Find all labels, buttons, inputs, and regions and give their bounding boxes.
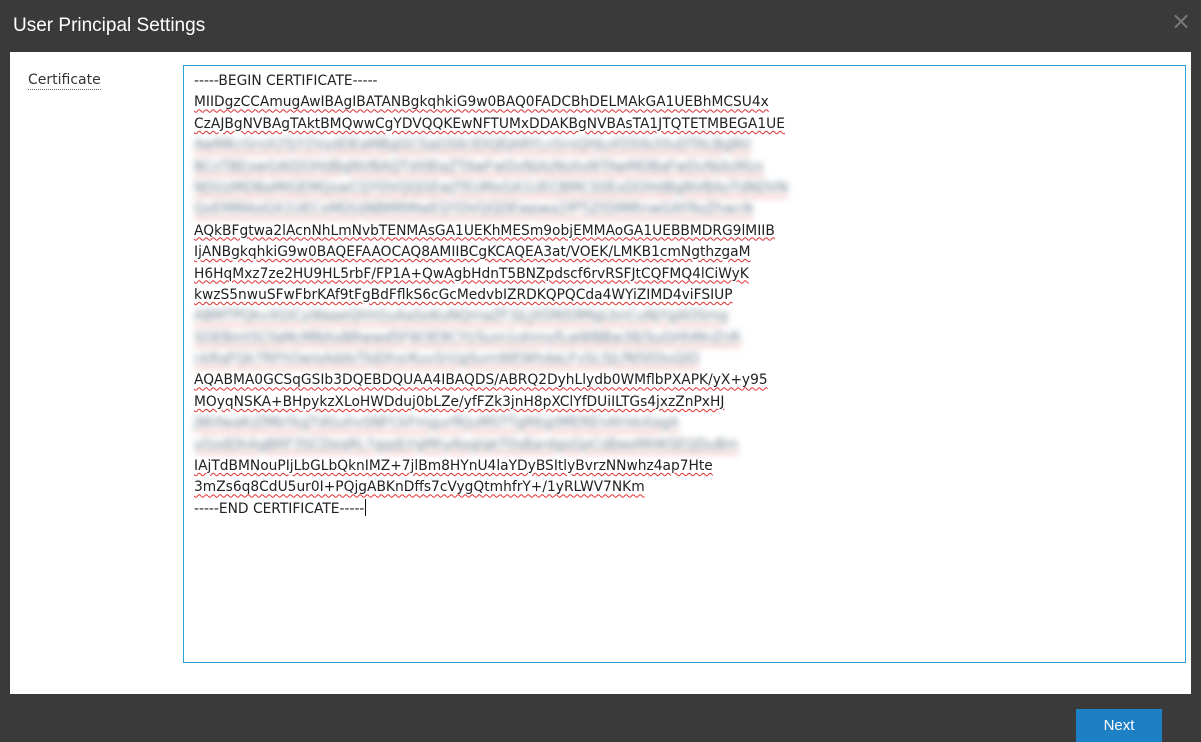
certificate-label: Certificate [28,72,101,90]
certificate-line-redacted: QxEMMAoGA1UECxMDUjNBMRMwEQYDVQQDEwpwa2lP… [194,201,754,218]
certificate-textarea[interactable]: -----BEGIN CERTIFICATE----- MIIDgzCCAmugA… [183,65,1186,663]
certificate-line: MIIDgzCCAmugAwIBAgIBATANBgkqhkiG9w0BAQ0F… [194,94,769,111]
certificate-line: IAjTdBMNouPIjLbGLbQknIMZ+7jlBm8HYnU4laYD… [194,458,713,475]
certificate-line-redacted: AwMKcGrsX25jY2VydDEaMBgGCSqGSIb3DQEJARYL… [194,137,752,154]
certificate-line-redacted: yGsdDhAgBRF3SCDeqRL7gqdLYgMhyKoglqkT0sBa… [194,436,739,453]
certificate-line-redacted: NDUzMDBaMIGEMQswCQYDVQQGEwJTEUMxGA1UECBM… [194,179,789,196]
certificate-line: AQABMA0GCSqGSIb3DQEBDQUAA4IBAQDS/ABRQ2Dy… [194,372,768,389]
certificate-line-redacted: ckRqFQk7RFhOwisAddsTkJDhsrKuvSrUgSumWEWh… [194,351,700,368]
close-icon[interactable]: × [1168,8,1194,34]
dialog-content: Certificate -----BEGIN CERTIFICATE----- M… [10,52,1191,694]
certificate-line: 3mZs6q8CdU5ur0I+PQjgABKnDffs7cVygQtmhfrY… [194,479,645,496]
text-caret [365,498,367,516]
certificate-line-redacted: BCsTBEowGAtDOHdBgNVBAQTdXBlaZTAwFwDvNjAz… [194,158,764,175]
certificate-line: H6HqMxz7ze2HU9HL5rbF/FP1A+QwAgbHdnT5BNZp… [194,265,749,282]
dialog-footer [0,694,1201,742]
certificate-line: kwzS5nwuSFwFbrKAf9tFgBdFflkS6cGcMedvbIZR… [194,286,733,303]
certificate-line: IjANBgkqhkiG9w0BAQEFAAOCAQ8AMIIBCgKCAQEA… [194,244,751,261]
certificate-line-redacted: jNhfwaKiZMbYkgTdGuhvSNFCkFmgurfKJuMSTTgR… [194,415,679,432]
certificate-line: MOyqNSKA+BHpykzXLoHWDduj0bLZe/yfFZk3jnH8… [194,393,725,410]
dialog-title-bar: User Principal Settings × [0,0,1201,52]
dialog-title: User Principal Settings [13,15,206,36]
certificate-line-redacted: ABMTPQkvXGlCyWaaeQhhGuAaSoKuNQmaZF3jLJXD… [194,308,728,325]
certificate-line: AQkBFgtwa2lAcnNhLmNvbTENMAsGA1UEKhMESm9o… [194,222,775,239]
certificate-line: CzAJBgNVBAgTAktBMQwwCgYDVQQKEwNFTUMxDDAK… [194,115,785,132]
certificate-line: -----END CERTIFICATE----- [194,498,367,517]
certificate-line-redacted: SOEBmt5CfaMcMNXxBRwwd5FW3E9CYt/Sum1ohmyf… [194,329,741,346]
certificate-line: -----BEGIN CERTIFICATE----- [194,73,378,89]
next-button[interactable]: Next [1076,709,1162,742]
